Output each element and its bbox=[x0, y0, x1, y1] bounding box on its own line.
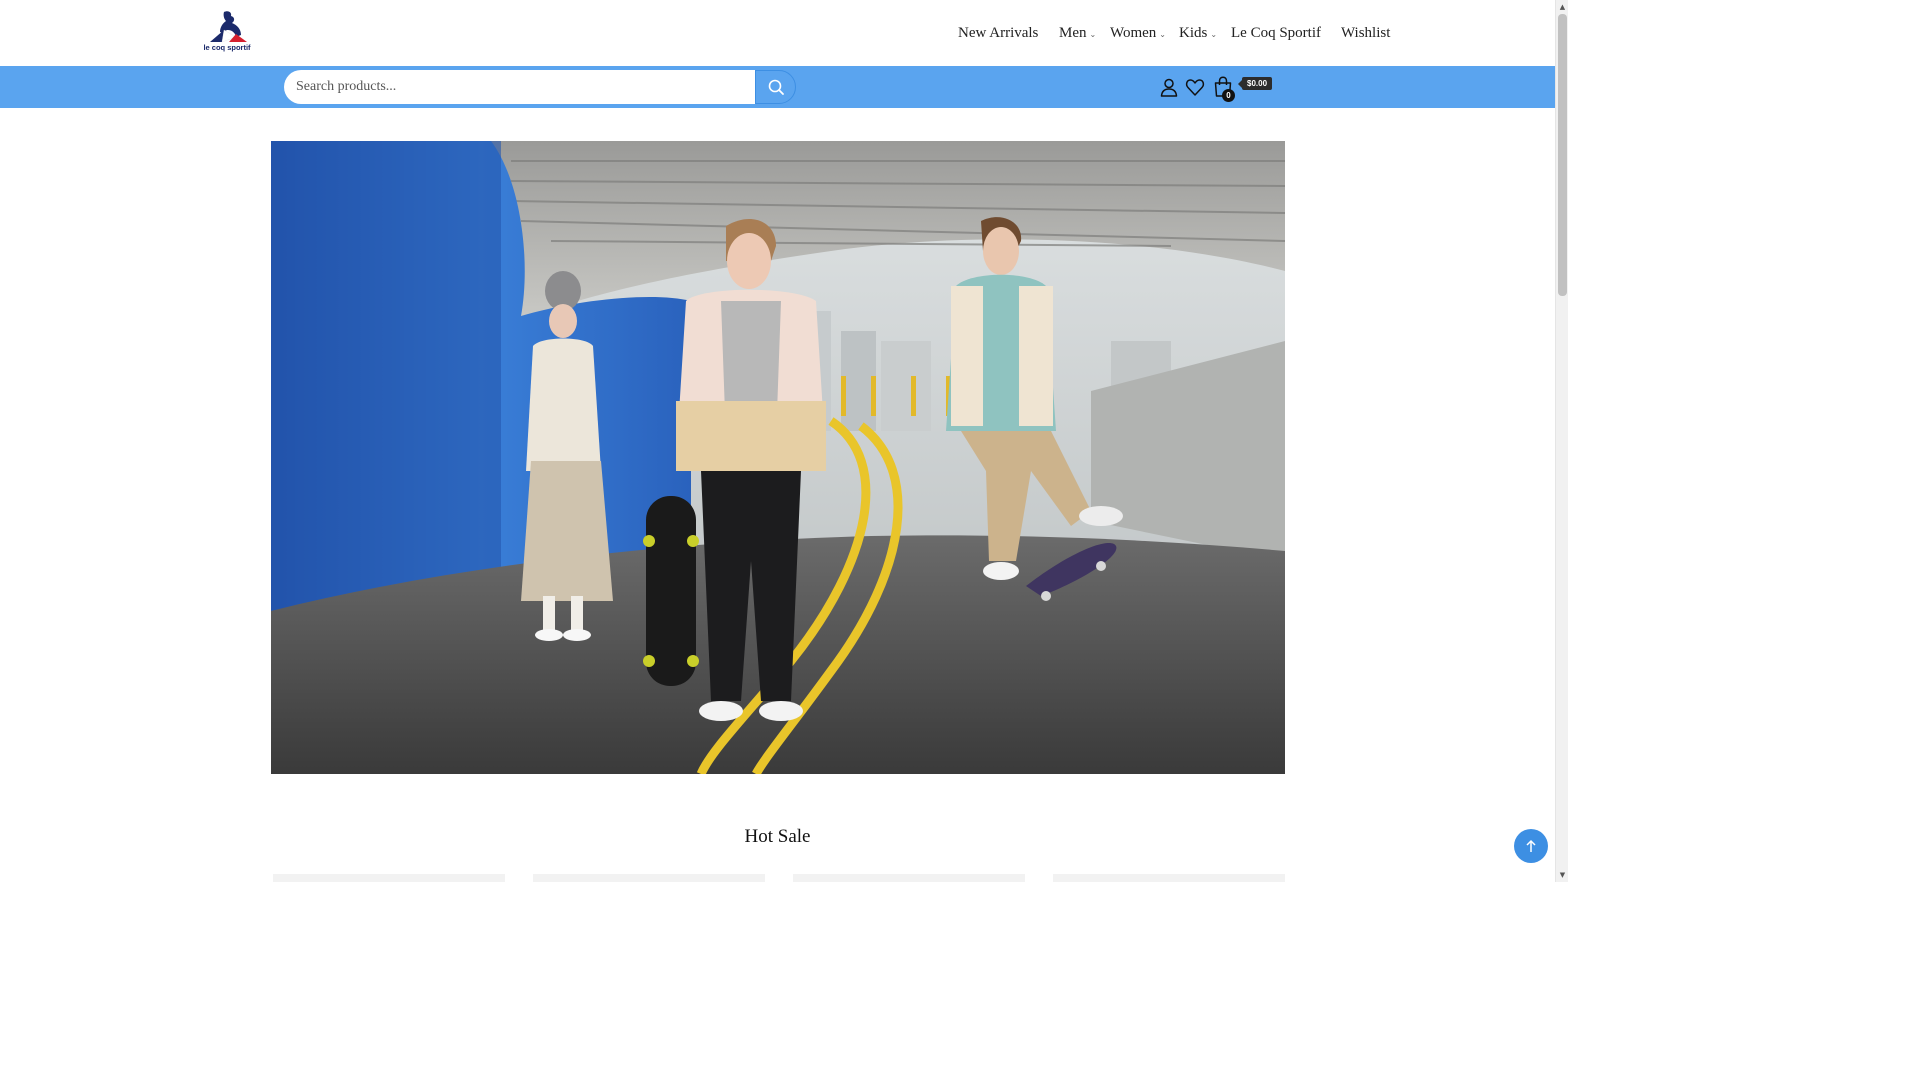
logo-wordmark: le coq sportif bbox=[203, 43, 251, 52]
header-actions: 0 $0.00 bbox=[1158, 66, 1273, 108]
product-card[interactable] bbox=[273, 874, 505, 882]
nav-label: Men bbox=[1059, 24, 1087, 41]
site-header: le coq sportif New Arrivals Men ⌄ Women … bbox=[0, 0, 1555, 66]
account-button[interactable] bbox=[1158, 76, 1180, 98]
scrollbar-thumb[interactable] bbox=[1558, 14, 1567, 296]
nav-label: New Arrivals bbox=[958, 24, 1039, 41]
chevron-down-icon: ⌄ bbox=[1159, 30, 1166, 39]
scroll-down-arrow-icon[interactable]: ▼ bbox=[1556, 868, 1569, 882]
hero-image bbox=[271, 141, 1285, 774]
cart-count-badge: 0 bbox=[1222, 89, 1235, 102]
heart-icon bbox=[1185, 79, 1205, 96]
nav-label: Wishlist bbox=[1341, 24, 1391, 41]
search-icon bbox=[768, 79, 784, 95]
product-card[interactable] bbox=[1053, 874, 1285, 882]
nav-men[interactable]: Men ⌄ bbox=[1059, 25, 1110, 42]
brand-logo[interactable]: le coq sportif bbox=[202, 8, 252, 54]
nav-label: Le Coq Sportif bbox=[1231, 24, 1321, 41]
search-button[interactable] bbox=[755, 70, 796, 104]
arrow-up-icon bbox=[1526, 839, 1536, 852]
hot-sale-title: Hot Sale bbox=[744, 826, 811, 847]
nav-le-coq-sportif[interactable]: Le Coq Sportif bbox=[1231, 25, 1341, 42]
nav-women[interactable]: Women ⌄ bbox=[1110, 25, 1179, 42]
search-input[interactable] bbox=[284, 70, 755, 104]
chevron-down-icon: ⌄ bbox=[1089, 30, 1097, 39]
cart-total: $0.00 bbox=[1237, 76, 1273, 90]
page-scrollbar[interactable]: ▲ ▼ bbox=[1555, 0, 1568, 882]
hero-banner[interactable] bbox=[271, 141, 1285, 774]
back-to-top-button[interactable] bbox=[1514, 829, 1548, 863]
user-icon bbox=[1160, 78, 1178, 97]
search-form bbox=[284, 70, 796, 104]
search-bar: 0 $0.00 bbox=[0, 66, 1555, 108]
scroll-up-arrow-icon[interactable]: ▲ bbox=[1556, 0, 1569, 14]
main-nav: New Arrivals Men ⌄ Women ⌄ Kids ⌄ Le Coq… bbox=[946, 0, 1401, 66]
nav-label: Kids bbox=[1179, 24, 1208, 41]
nav-label: Women bbox=[1110, 24, 1157, 41]
product-card[interactable] bbox=[793, 874, 1025, 882]
nav-kids[interactable]: Kids ⌄ bbox=[1179, 25, 1231, 42]
cart-button[interactable]: 0 bbox=[1212, 76, 1235, 102]
chevron-down-icon: ⌄ bbox=[1210, 30, 1218, 39]
nav-wishlist[interactable]: Wishlist bbox=[1341, 25, 1401, 42]
product-card[interactable] bbox=[533, 874, 765, 882]
wishlist-button[interactable] bbox=[1184, 76, 1206, 98]
nav-new-arrivals[interactable]: New Arrivals bbox=[946, 25, 1059, 42]
